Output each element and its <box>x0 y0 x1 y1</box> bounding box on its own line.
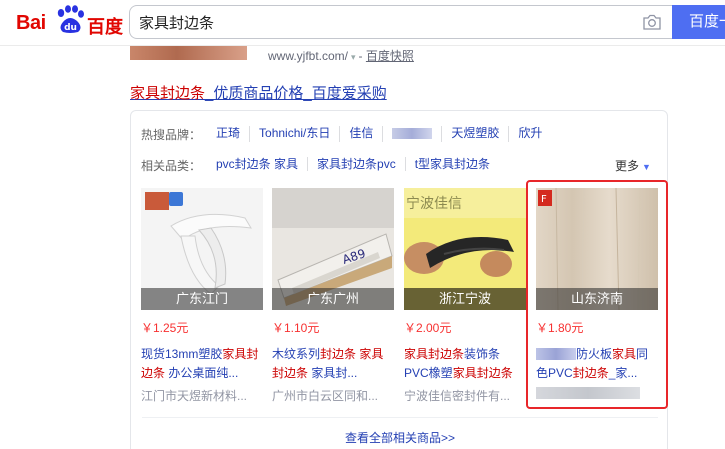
product-image[interactable]: A89 广东广州 <box>272 188 394 310</box>
previous-result-url-row: www.yjfbt.com/▾ - 百度快照 <box>268 47 414 64</box>
result-title-link[interactable]: 家具封边条_优质商品价格_百度爱采购 <box>130 82 387 103</box>
product-image[interactable]: 宁波佳信 浙江宁波 <box>404 188 526 310</box>
brands-label: 热搜品牌： <box>141 128 202 142</box>
brand-tag-blurred[interactable] <box>383 126 443 142</box>
view-all-link[interactable]: 查看全部相关商品>> <box>131 429 669 446</box>
product-price: ￥1.25元 <box>141 321 189 335</box>
card-divider <box>142 417 658 418</box>
product-price: ￥2.00元 <box>404 321 452 335</box>
product-image[interactable]: 广东江门 <box>141 188 263 310</box>
more-button[interactable]: 更多 ▼ <box>615 157 651 174</box>
desc-text: 办公桌面纯... <box>165 366 239 380</box>
product-shop[interactable]: 广州市白云区同和... <box>272 387 394 404</box>
result-title-rest: _优质商品价格_百度爱采购 <box>205 85 387 102</box>
baidu-logo[interactable]: Bai du 百度 <box>16 4 124 38</box>
previous-result-image[interactable] <box>130 46 247 60</box>
desc-text: 现货13mm塑胶 <box>141 347 223 361</box>
desc-text: 木纹系列 <box>272 347 321 361</box>
dropdown-arrow-icon[interactable]: ▾ <box>351 52 356 62</box>
desc-highlight: 封边条 家具 <box>320 347 384 361</box>
brand-tag[interactable]: 天煜塑胶 <box>442 126 510 142</box>
brand-tags: 正琦 Tohnichi/东日 佳信 天煜塑胶 欣升 <box>216 126 551 142</box>
brand-tag[interactable]: 佳信 <box>340 126 384 142</box>
svg-text:du: du <box>64 23 77 33</box>
more-label: 更多 <box>615 159 640 173</box>
search-button[interactable]: 百度一下 <box>672 5 725 39</box>
image-overlay-text: 宁波佳信 <box>406 195 462 212</box>
brand-tag[interactable]: 正琦 <box>216 126 251 142</box>
desc-highlight: 家具 <box>222 347 247 361</box>
product-description[interactable]: 木纹系列封边条 家具 封边条 家具封... <box>272 345 394 383</box>
product-region: 浙江宁波 <box>404 288 526 310</box>
snapshot-link[interactable]: 百度快照 <box>366 49 414 63</box>
annotation-highlight-box <box>526 180 668 409</box>
category-tag[interactable]: pvc封边条 家具 <box>216 157 309 171</box>
separator-dash: - <box>358 49 366 63</box>
desc-highlight: 封边条 <box>272 366 309 380</box>
camera-icon[interactable] <box>642 13 662 31</box>
product-shop[interactable]: 江门市天煜新材料... <box>141 387 263 404</box>
previous-result-url: www.yjfbt.com/ <box>268 49 349 63</box>
product-item[interactable]: A89 广东广州 ￥1.10元 木纹系列封边条 家具 封边条 家具封... 广州… <box>272 188 394 404</box>
brand-tag[interactable]: Tohnichi/东日 <box>250 126 341 142</box>
search-input[interactable] <box>139 6 629 38</box>
product-shop[interactable]: 宁波佳信密封件有... <box>404 387 526 404</box>
search-box <box>129 5 672 39</box>
product-item[interactable]: 广东江门 ￥1.25元 现货13mm塑胶家具封边条 办公桌面纯... 江门市天煜… <box>141 188 263 404</box>
brand-tag[interactable]: 欣升 <box>509 126 551 142</box>
category-tag[interactable]: 家具封边条pvc <box>308 157 406 171</box>
product-region: 广东江门 <box>141 288 263 310</box>
product-description[interactable]: 现货13mm塑胶家具封边条 办公桌面纯... <box>141 345 263 383</box>
logo-text-bai: Bai <box>16 12 46 34</box>
desc-highlight: 家具封边条 <box>452 366 513 380</box>
desc-text: 家具封... <box>308 366 358 380</box>
header-bar: Bai du 百度 百度一下 <box>0 0 725 46</box>
caret-down-icon: ▼ <box>642 162 651 172</box>
product-item[interactable]: 宁波佳信 浙江宁波 ￥2.00元 家具封边条装饰条 PVC橡塑家具封边条 宁波佳… <box>404 188 526 404</box>
baidu-paw-icon: du <box>57 5 84 33</box>
category-tags: pvc封边条 家具 家具封边条pvc t型家具封边条 <box>216 157 499 171</box>
result-title-highlight: 家具封边条 <box>130 85 206 102</box>
product-region: 广东广州 <box>272 288 394 310</box>
blurred-text <box>392 128 433 139</box>
categories-label: 相关品类： <box>141 159 202 173</box>
product-description[interactable]: 家具封边条装饰条 PVC橡塑家具封边条 <box>404 345 526 383</box>
category-tag[interactable]: t型家具封边条 <box>406 157 499 171</box>
logo-text-baidu: 百度 <box>87 17 123 37</box>
desc-highlight: 家具封边条 <box>404 347 465 361</box>
product-price: ￥1.10元 <box>272 321 320 335</box>
